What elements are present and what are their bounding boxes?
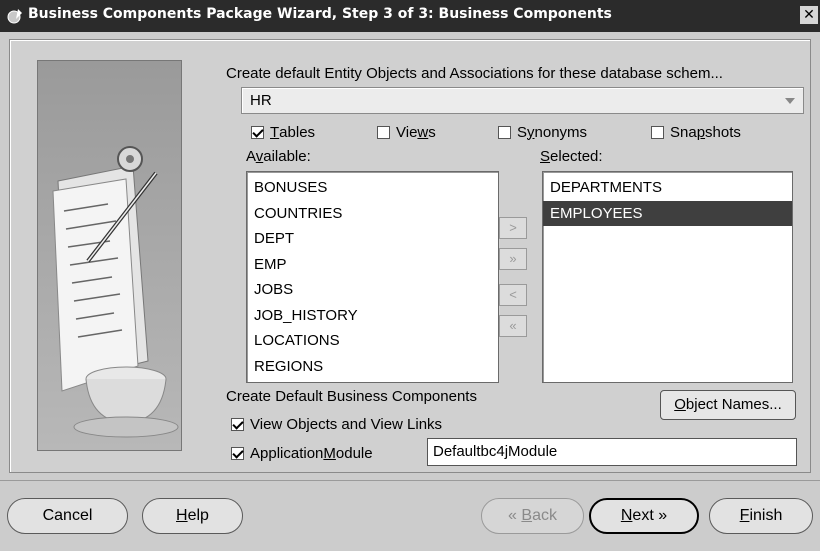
views-label-prefix: Vie — [396, 123, 418, 141]
finish-button[interactable]: Finish — [709, 498, 813, 534]
snapshots-checkbox[interactable]: Sna p shots — [651, 122, 741, 142]
selected-list[interactable]: DEPARTMENTS EMPLOYEES — [542, 171, 793, 383]
move-left-button[interactable]: < — [499, 284, 527, 306]
list-item[interactable]: EMP — [247, 252, 498, 278]
synonyms-checkbox[interactable]: Sy nonyms — [498, 122, 587, 142]
chevron-left-icon: « — [508, 507, 517, 524]
wizard-footer: Cancel Help « Back Next » Finish — [0, 480, 820, 551]
snapshots-label-mnemonic: p — [696, 123, 706, 141]
synonyms-label-suffix: nonyms — [534, 123, 588, 141]
view-objects-checkbox[interactable]: View Objects and View Links — [231, 414, 442, 434]
views-label-suffix: s — [428, 123, 436, 141]
business-components-heading: Create Default Business Components — [226, 388, 477, 405]
checkbox-checked-icon — [231, 446, 244, 460]
tables-label-suffix: ables — [279, 123, 316, 141]
list-item-selected[interactable]: EMPLOYEES — [543, 200, 792, 226]
schema-prompt-label: Create default Entity Objects and Associ… — [226, 65, 723, 82]
double-chevron-right-icon: » — [509, 251, 517, 266]
list-item[interactable]: JOBS — [247, 277, 498, 303]
views-label-mnemonic: w — [417, 123, 429, 141]
checkbox-unchecked-icon — [498, 125, 511, 139]
object-names-button[interactable]: Object Names... — [660, 390, 796, 420]
checkbox-unchecked-icon — [377, 125, 390, 139]
chevron-right-icon: » — [658, 507, 668, 524]
selected-label: Selected: — [540, 148, 603, 165]
chevron-down-icon — [785, 98, 795, 104]
list-item[interactable]: DEPT — [247, 226, 498, 252]
chevron-right-icon: > — [509, 220, 517, 235]
checkbox-checked-icon — [231, 417, 244, 431]
available-label: Available: — [246, 148, 311, 165]
chevron-left-icon: < — [509, 287, 517, 302]
help-button[interactable]: Help — [142, 498, 243, 534]
application-module-name-input[interactable]: Defaultbc4jModule — [427, 438, 797, 466]
views-checkbox[interactable]: Vie w s — [377, 122, 436, 142]
list-item[interactable]: DEPARTMENTS — [543, 175, 792, 201]
view-objects-label: View Objects and View Links — [250, 415, 443, 433]
wizard-graphic-icon — [38, 61, 181, 450]
application-module-checkbox[interactable]: Application Module — [231, 443, 373, 463]
tables-label-mnemonic: T — [270, 123, 280, 141]
double-chevron-left-icon: « — [509, 318, 517, 333]
cancel-button[interactable]: Cancel — [7, 498, 128, 534]
wizard-icon — [7, 9, 22, 24]
wizard-content-panel: Create default Entity Objects and Associ… — [9, 39, 811, 473]
back-button[interactable]: « Back — [481, 498, 584, 534]
checkbox-unchecked-icon — [651, 125, 664, 139]
schema-dropdown[interactable]: HR — [241, 87, 804, 114]
list-item[interactable]: LOCATIONS — [247, 328, 498, 354]
snapshots-label-prefix: Sna — [670, 123, 697, 141]
window-title: Business Components Package Wizard, Step… — [28, 6, 612, 22]
next-button[interactable]: Next » — [589, 498, 699, 534]
wizard-illustration — [37, 60, 182, 451]
available-list[interactable]: BONUSES COUNTRIES DEPT EMP JOBS JOB_HIST… — [246, 171, 499, 383]
close-icon[interactable]: ✕ — [800, 6, 818, 24]
move-right-button[interactable]: > — [499, 217, 527, 239]
tables-checkbox[interactable]: Tables — [251, 122, 315, 142]
synonyms-label-prefix: S — [517, 123, 528, 141]
snapshots-label-suffix: shots — [705, 123, 741, 141]
synonyms-label-mnemonic: y — [527, 123, 535, 141]
list-item[interactable]: BONUSES — [247, 175, 498, 201]
title-bar: Business Components Package Wizard, Step… — [0, 0, 820, 32]
list-item[interactable]: REGIONS — [247, 354, 498, 380]
checkbox-checked-icon — [251, 125, 264, 139]
move-all-right-button[interactable]: » — [499, 248, 527, 270]
list-item[interactable]: COUNTRIES — [247, 201, 498, 227]
schema-selected-value: HR — [250, 92, 272, 109]
move-all-left-button[interactable]: « — [499, 315, 527, 337]
list-item[interactable]: JOB_HISTORY — [247, 303, 498, 329]
